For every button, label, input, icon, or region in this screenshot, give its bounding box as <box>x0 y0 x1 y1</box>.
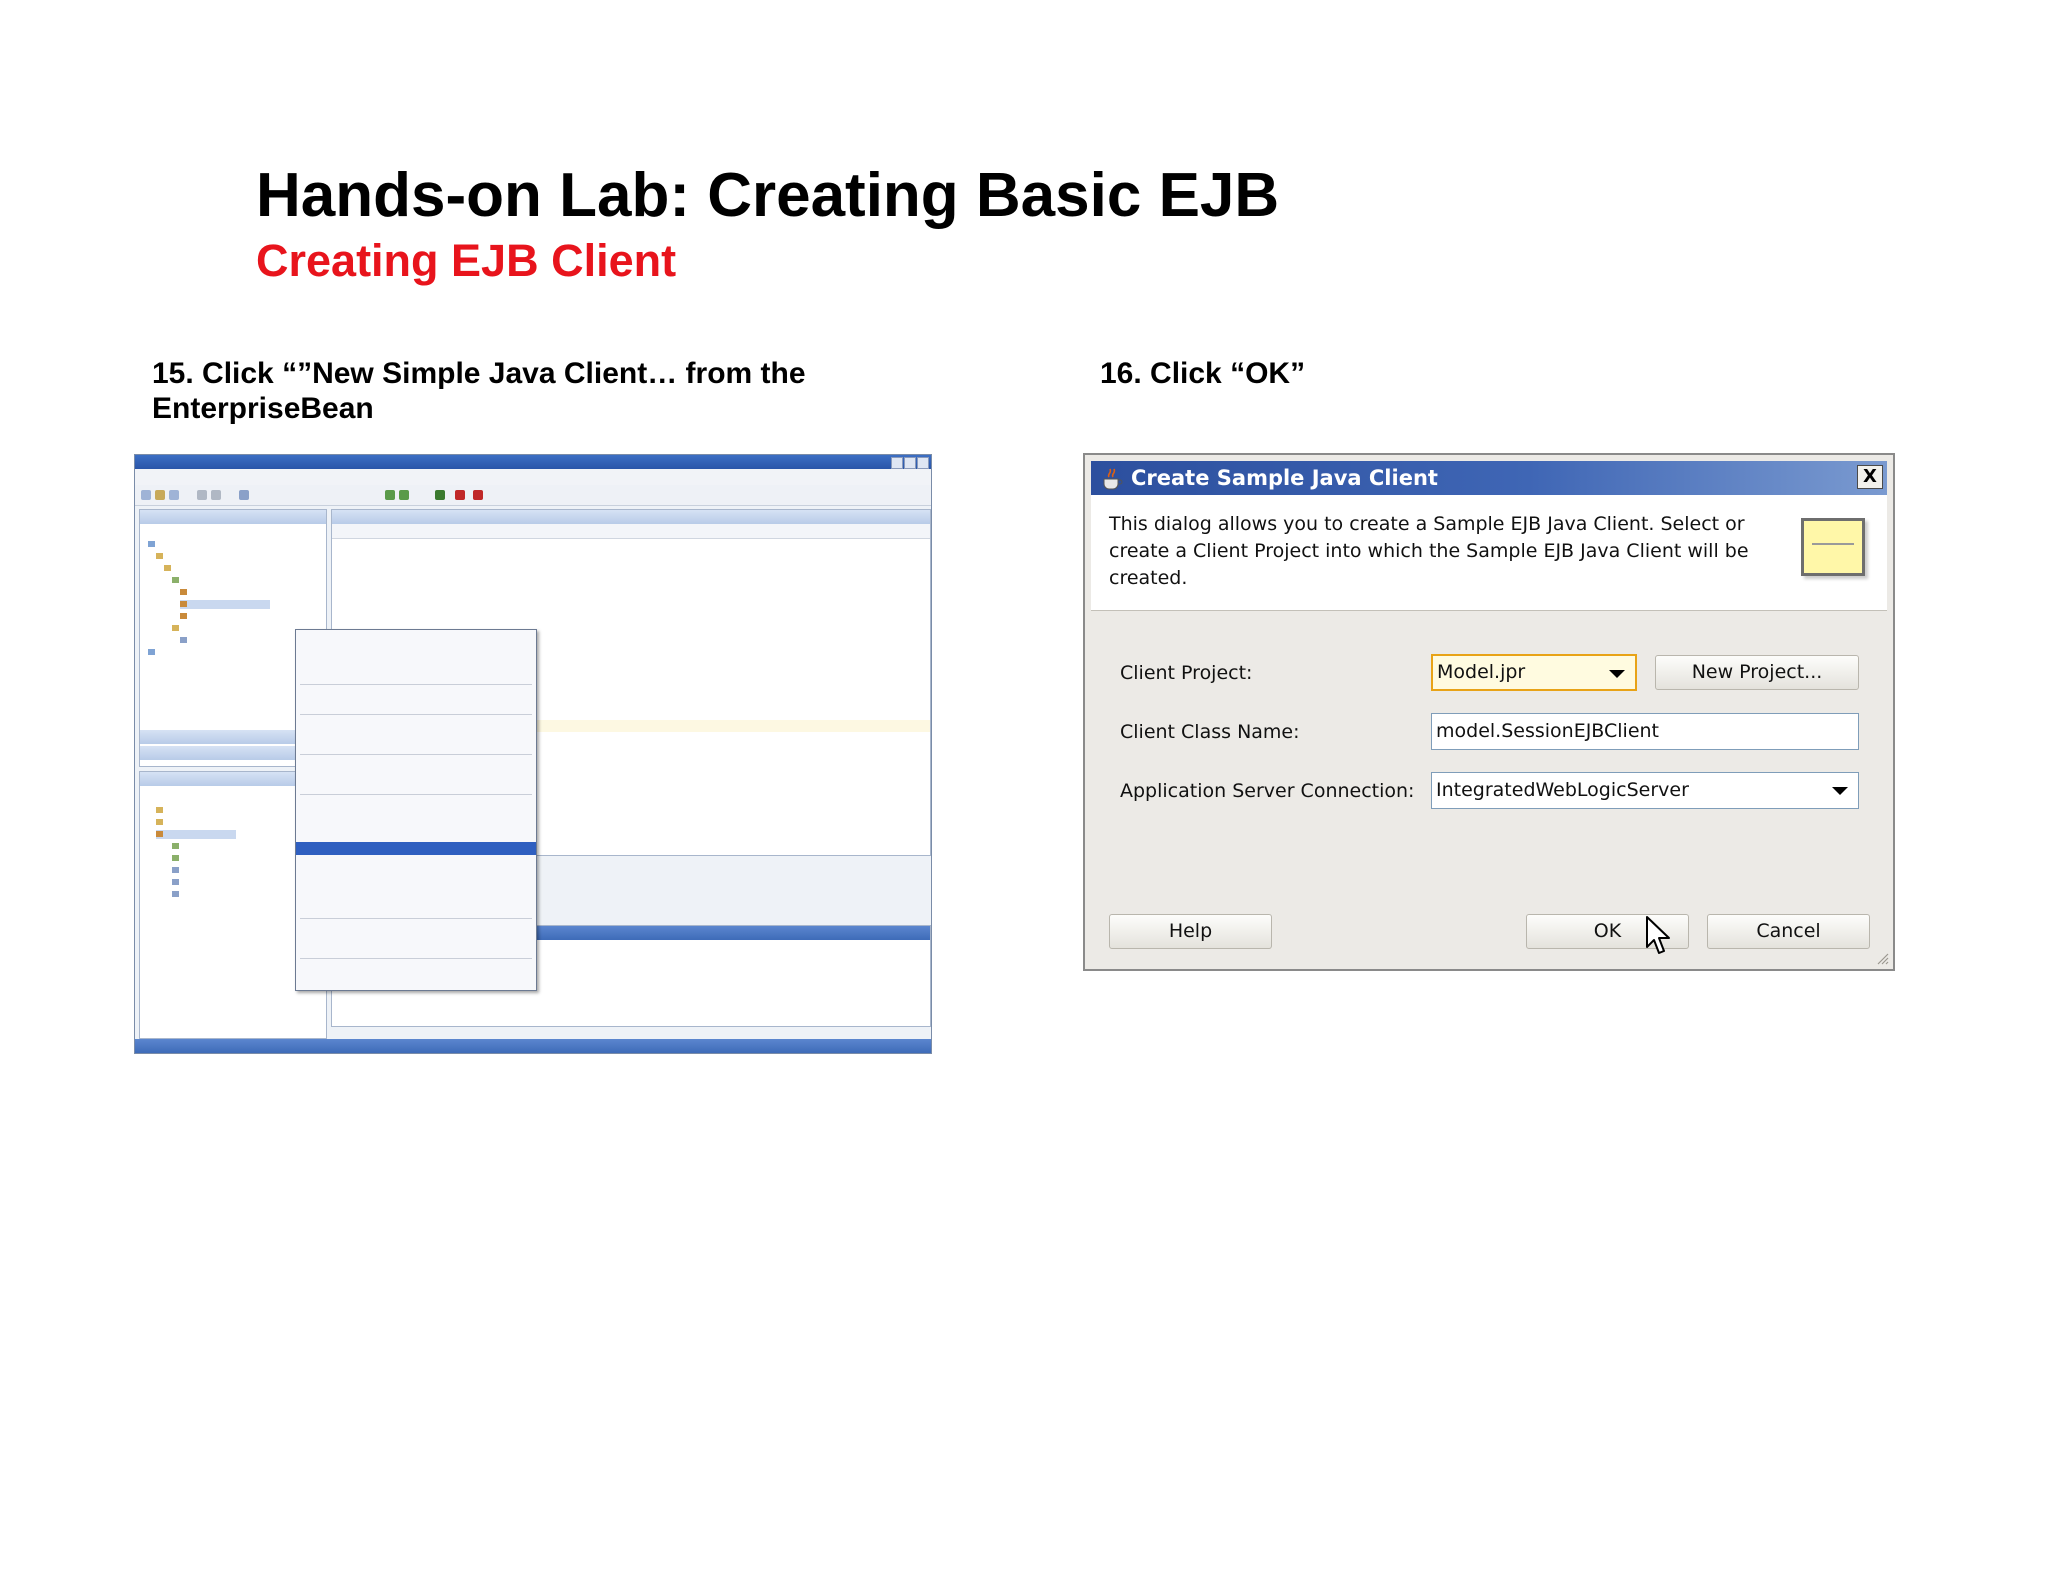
cancel-button[interactable]: Cancel <box>1707 914 1870 949</box>
tree-node <box>164 564 174 573</box>
stop-icon <box>473 490 483 500</box>
app-server-connection-value: IntegratedWebLogicServer <box>1436 779 1689 801</box>
toolbar-icon <box>155 490 165 500</box>
slide-subtitle: Creating EJB Client <box>256 235 677 286</box>
app-server-connection-dropdown[interactable]: IntegratedWebLogicServer <box>1431 772 1859 809</box>
tree-node-selected <box>180 600 270 609</box>
dialog-description-area: This dialog allows you to create a Sampl… <box>1091 495 1887 611</box>
resize-grip-icon[interactable] <box>1875 951 1889 965</box>
tree-node <box>172 890 182 899</box>
tree-node <box>156 818 166 827</box>
client-project-value: Model.jpr <box>1437 661 1526 683</box>
close-button[interactable]: X <box>1857 465 1883 489</box>
menu-separator <box>300 958 532 959</box>
client-project-label: Client Project: <box>1120 662 1253 684</box>
editor-toolbar <box>332 524 930 539</box>
create-sample-java-client-dialog: Create Sample Java Client X This dialog … <box>1083 453 1895 971</box>
run-icon <box>435 490 445 500</box>
dialog-title: Create Sample Java Client <box>1131 466 1438 490</box>
menu-separator <box>300 684 532 685</box>
dialog-description: This dialog allows you to create a Sampl… <box>1109 513 1749 589</box>
help-button[interactable]: Help <box>1109 914 1272 949</box>
tree-node <box>172 878 182 887</box>
ide-title-bar <box>135 455 931 469</box>
menu-separator <box>300 754 532 755</box>
new-project-button[interactable]: New Project... <box>1655 655 1859 690</box>
menu-separator <box>300 918 532 919</box>
slide-title: Hands-on Lab: Creating Basic EJB <box>256 161 1280 230</box>
client-class-name-label: Client Class Name: <box>1120 721 1300 743</box>
toolbar-icon <box>211 490 221 500</box>
tree-node <box>148 648 158 657</box>
tree-node <box>156 552 166 561</box>
context-menu <box>295 629 537 991</box>
toolbar-icon <box>197 490 207 500</box>
menu-separator <box>300 794 532 795</box>
context-menu-item-selected <box>296 842 536 855</box>
toolbar-icon <box>399 490 409 500</box>
tree-node <box>180 588 190 597</box>
step-15-instruction: 15. Click “”New Simple Java Client… from… <box>152 357 806 425</box>
toolbar-icon <box>169 490 179 500</box>
chevron-down-icon <box>1832 787 1848 795</box>
toolbar-icon <box>141 490 151 500</box>
ide-status-bar <box>135 1039 931 1053</box>
tree-node <box>180 636 190 645</box>
tree-node <box>172 624 182 633</box>
toolbar-icon <box>239 490 249 500</box>
chevron-down-icon <box>1609 670 1625 678</box>
tree-node <box>172 854 182 863</box>
client-class-name-input[interactable]: model.SessionEJBClient <box>1431 713 1859 750</box>
mouse-pointer-icon <box>1646 916 1670 954</box>
tree-node <box>172 866 182 875</box>
jdeveloper-ide-screenshot <box>134 454 932 1054</box>
tree-node <box>172 576 182 585</box>
note-icon <box>1801 518 1865 576</box>
ide-menu-bar <box>135 469 931 486</box>
app-server-connection-label: Application Server Connection: <box>1120 780 1415 802</box>
panel-header <box>140 510 326 524</box>
ide-toolbar <box>135 485 931 506</box>
java-cup-icon <box>1103 468 1123 490</box>
tree-node <box>172 842 182 851</box>
editor-tab-bar <box>332 510 930 524</box>
tree-node <box>180 612 190 621</box>
client-project-dropdown[interactable]: Model.jpr <box>1431 654 1637 691</box>
tree-node <box>156 806 166 815</box>
tree-node <box>148 540 158 549</box>
debug-icon <box>455 490 465 500</box>
dialog-title-bar: Create Sample Java Client X <box>1091 461 1887 495</box>
menu-separator <box>300 714 532 715</box>
tree-node-selected <box>156 830 236 839</box>
toolbar-icon <box>385 490 395 500</box>
step-16-instruction: 16. Click “OK” <box>1100 357 1306 390</box>
